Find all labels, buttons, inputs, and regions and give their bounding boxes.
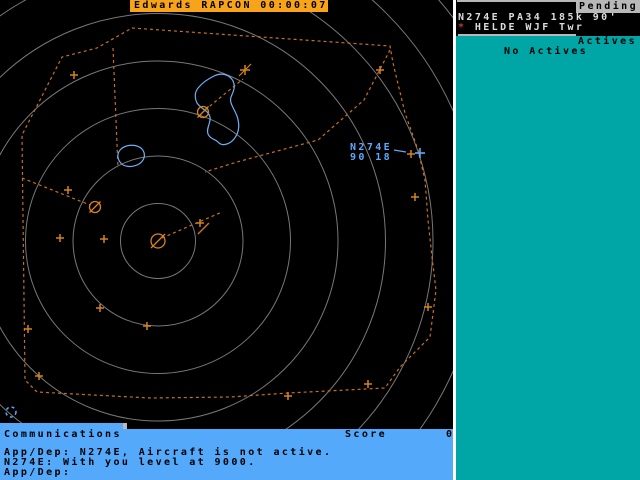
radar-map: N274E90 18 bbox=[0, 0, 453, 480]
no-actives-label: No Actives bbox=[504, 46, 589, 57]
range-ring bbox=[0, 0, 434, 480]
communications-title: Communications bbox=[4, 429, 122, 440]
aircraft-datablock-altspeed[interactable]: 90 18 bbox=[350, 152, 392, 163]
lake-outline bbox=[117, 144, 145, 168]
command-prompt[interactable]: App/Dep: bbox=[4, 468, 71, 478]
pending-strip-text: HELDE WJF Twr bbox=[466, 22, 585, 33]
range-ring bbox=[0, 60, 339, 422]
leader-line bbox=[393, 149, 407, 153]
airway-line bbox=[204, 78, 244, 111]
panel-divider bbox=[453, 0, 456, 480]
flight-strip-panel: Pending N274E PA34 185k 90' * HELDE WJF … bbox=[456, 0, 640, 480]
range-ring bbox=[0, 13, 386, 469]
pending-top-border bbox=[457, 0, 579, 2]
score-label: Score bbox=[345, 429, 388, 440]
lake-outline bbox=[194, 73, 240, 146]
actives-panel: Actives No Actives bbox=[456, 36, 640, 480]
sector-boundary bbox=[21, 27, 437, 399]
communications-panel: Communications Score 0 App/Dep: N274E, A… bbox=[0, 429, 453, 480]
radar-display[interactable]: N274E 90 18 bbox=[0, 0, 453, 480]
pending-strip[interactable]: * HELDE WJF Twr bbox=[458, 23, 584, 33]
airway-line bbox=[161, 211, 223, 239]
title-bar: Edwards RAPCON 00:00:07 bbox=[130, 0, 328, 12]
